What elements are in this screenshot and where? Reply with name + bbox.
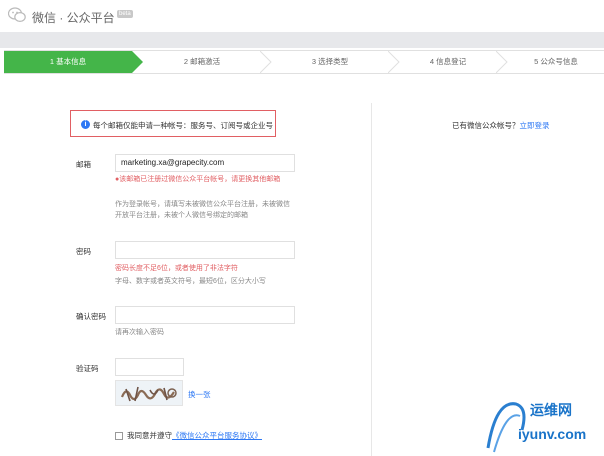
- step-3: 3 选择类型: [311, 57, 349, 66]
- notice-text: 每个邮箱仅能申请一种帐号：服务号、订阅号或企业号: [93, 121, 273, 130]
- step-1: 1 基本信息: [4, 51, 132, 73]
- confirm-password-label: 确认密码: [76, 312, 106, 321]
- step-5: 5 公众号信息: [534, 57, 578, 66]
- password-label: 密码: [76, 247, 91, 256]
- watermark-url: iyunv.com: [518, 426, 587, 442]
- step-2: 2 邮箱激活: [183, 57, 221, 66]
- step-progress-bar: 1 基本信息 2 邮箱激活 3 选择类型 4 信息登记 5 公众号信息: [4, 50, 604, 74]
- watermark-text: 运维网: [530, 402, 572, 418]
- confirm-password-hint: 请再次输入密码: [115, 329, 164, 336]
- column-divider: [371, 103, 372, 456]
- wechat-logo-icon: [8, 7, 26, 23]
- captcha-image: [115, 380, 183, 406]
- service-agreement-link[interactable]: 《微信公众平台服务协议》: [172, 431, 262, 440]
- captcha-label: 验证码: [76, 364, 99, 373]
- password-hint: 字母、数字或者英文符号，最短6位，区分大小写: [115, 278, 266, 285]
- captcha-field[interactable]: [115, 358, 184, 376]
- email-hint: 作为登录帐号，请填写未被微信公众平台注册，未被微信开放平台注册，未被个人微信号绑…: [115, 201, 290, 219]
- step-1-arrow: [132, 51, 143, 73]
- notice-box: i 每个邮箱仅能申请一种帐号：服务号、订阅号或企业号: [70, 110, 276, 137]
- email-label: 邮箱: [76, 160, 91, 169]
- existing-account-text: 已有微信公众帐号？: [452, 121, 520, 130]
- beta-badge: beta: [117, 10, 133, 18]
- step-3-arrow: [388, 51, 400, 73]
- info-icon: i: [81, 120, 90, 129]
- login-link[interactable]: 立即登录: [520, 121, 550, 130]
- email-error: ●该邮箱已注册过微信公众平台帐号，请更换其他邮箱: [115, 176, 281, 183]
- password-error: 密码长度不足6位，或者使用了非法字符: [115, 265, 238, 272]
- step-2-arrow: [260, 51, 272, 73]
- captcha-glyphs: [120, 386, 177, 402]
- password-field[interactable]: [115, 241, 295, 259]
- site-watermark: 运维网 iyunv.com: [482, 396, 604, 456]
- confirm-password-field[interactable]: [115, 306, 295, 324]
- email-field[interactable]: marketing.xa@grapecity.com: [115, 154, 295, 172]
- step-4-arrow: [496, 51, 508, 73]
- agreement-row: 我同意并遵守《微信公众平台服务协议》: [115, 430, 262, 441]
- step-4: 4 信息登记: [429, 57, 467, 66]
- agree-checkbox[interactable]: [115, 432, 123, 441]
- agree-text: 我同意并遵守: [127, 431, 172, 440]
- existing-account-prompt: 已有微信公众帐号？立即登录: [452, 120, 550, 131]
- brand-title[interactable]: 微信 · 公众平台: [32, 9, 115, 26]
- header: 微信 · 公众平台 beta: [0, 0, 604, 32]
- refresh-captcha-link[interactable]: 换一张: [188, 389, 211, 400]
- top-band: [0, 32, 604, 48]
